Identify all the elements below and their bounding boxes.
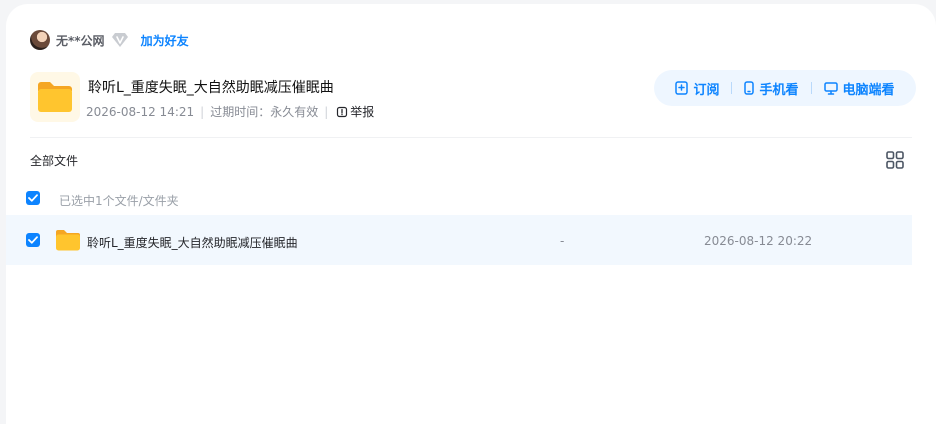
add-friend-link[interactable]: 加为好友 xyxy=(141,32,189,49)
report-icon xyxy=(337,106,348,117)
file-name[interactable]: 聆听L_重度失眠_大自然助眠减压催眠曲 xyxy=(87,234,298,251)
action-divider xyxy=(731,82,733,94)
folder-icon xyxy=(56,230,80,251)
created-time: 2026-08-12 14:21 xyxy=(86,104,195,119)
monitor-icon xyxy=(823,81,838,95)
expiry-label: 过期时间： xyxy=(210,105,271,119)
row-checkbox[interactable] xyxy=(26,233,40,247)
check-icon xyxy=(28,194,38,202)
report-button[interactable]: 举报 xyxy=(336,103,374,120)
folder-icon xyxy=(30,72,80,122)
desktop-view-label: 电脑端看 xyxy=(842,82,895,98)
expiry-value: 永久有效 xyxy=(270,105,319,119)
view-actions: 订阅 手机看 电脑端看 xyxy=(654,70,916,106)
owner-info: 无**公网 加为好友 xyxy=(30,30,189,50)
action-divider xyxy=(810,82,812,94)
file-size: - xyxy=(560,234,565,248)
bookmark-icon xyxy=(675,81,689,95)
phone-icon xyxy=(744,81,755,95)
selection-status: 已选中1个文件/文件夹 xyxy=(59,194,179,208)
owner-name[interactable]: 无**公网 xyxy=(56,32,105,49)
subscribe-label: 订阅 xyxy=(693,82,720,98)
avatar[interactable] xyxy=(30,30,50,50)
diamond-v-icon xyxy=(111,33,128,47)
share-meta: 2026-08-12 14:21 | 过期时间： 永久有效 | 举报 xyxy=(86,103,374,120)
check-icon xyxy=(28,236,38,244)
mobile-view-label: 手机看 xyxy=(759,82,799,98)
breadcrumb[interactable]: 全部文件 xyxy=(30,152,78,169)
subscribe-button[interactable]: 订阅 xyxy=(669,79,725,98)
share-card: 无**公网 加为好友 聆听L_重度失眠_大自然助眠减压催眠曲 2026-08-1… xyxy=(6,4,936,424)
section-divider xyxy=(30,137,912,138)
meta-divider: | xyxy=(324,104,329,119)
desktop-view-button[interactable]: 电脑端看 xyxy=(818,79,901,98)
file-date: 2026-08-12 20:22 xyxy=(704,234,813,248)
table-row[interactable]: 聆听L_重度失眠_大自然助眠减压催眠曲 - 2026-08-12 20:22 xyxy=(6,215,912,265)
grid-view-icon[interactable] xyxy=(886,151,904,169)
report-label: 举报 xyxy=(350,105,375,119)
mobile-view-button[interactable]: 手机看 xyxy=(738,79,804,98)
select-all-checkbox[interactable] xyxy=(26,191,40,205)
meta-divider: | xyxy=(200,104,205,119)
share-title: 聆听L_重度失眠_大自然助眠减压催眠曲 xyxy=(88,80,334,96)
